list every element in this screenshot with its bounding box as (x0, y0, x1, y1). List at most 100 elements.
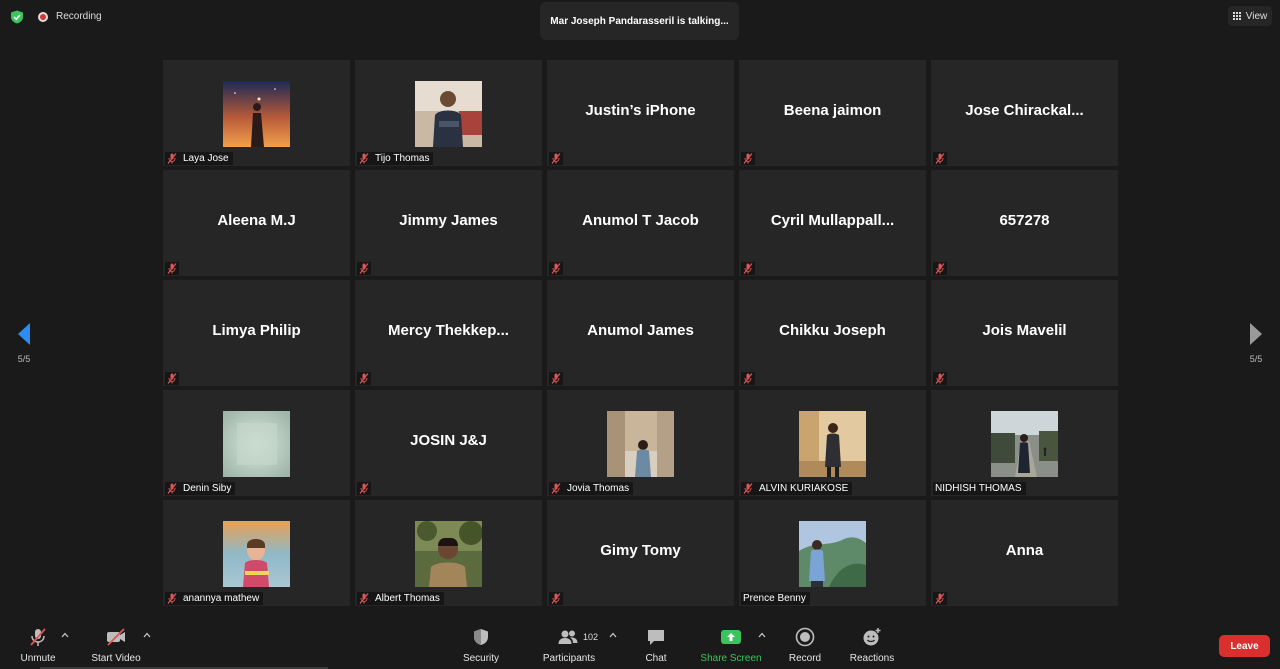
participant-tile[interactable]: Gimy Tomy (547, 500, 734, 606)
microphone-muted-icon (743, 483, 753, 494)
participant-name-label: ALVIN KURIAKOSE (741, 482, 853, 495)
mute-status (741, 152, 755, 165)
participant-tile[interactable]: Prence Benny (739, 500, 926, 606)
next-page-button[interactable]: 5/5 (1236, 318, 1276, 378)
talking-banner: Mar Joseph Pandarasseril is talking... (540, 2, 739, 40)
participant-tile[interactable]: Chikku Joseph (739, 280, 926, 386)
start-video-button[interactable]: Start Video (86, 614, 146, 669)
participant-name: Prence Benny (743, 593, 806, 604)
share-screen-label: Share Screen (700, 653, 762, 664)
recording-label: Recording (56, 11, 102, 22)
chevron-up-icon[interactable] (758, 632, 766, 638)
participant-video (991, 411, 1058, 477)
microphone-muted-icon (551, 153, 561, 164)
reactions-button[interactable]: Reactions (846, 614, 898, 669)
participant-name: Anna (1005, 542, 1044, 559)
participant-name: NIDHISH THOMAS (935, 483, 1022, 494)
participant-video (607, 411, 674, 477)
mute-status (549, 152, 563, 165)
participant-tile[interactable]: Beena jaimon (739, 60, 926, 166)
participant-name: JOSIN J&J (410, 432, 487, 449)
participants-icon (558, 630, 578, 644)
video-off-icon (107, 628, 125, 646)
participant-name: Denin Siby (183, 483, 232, 494)
mute-status (549, 372, 563, 385)
unmute-button[interactable]: Unmute (14, 614, 62, 669)
participant-name: Anumol James (587, 322, 694, 339)
participant-tile[interactable]: JOSIN J&J (355, 390, 542, 496)
participant-tile[interactable]: Albert Thomas (355, 500, 542, 606)
participant-name: Justin’s iPhone (585, 102, 696, 119)
participant-video (223, 411, 290, 477)
reactions-label: Reactions (849, 653, 895, 664)
mute-status (549, 592, 563, 605)
view-button[interactable]: View (1228, 6, 1272, 26)
participant-name: Jimmy James (399, 212, 498, 229)
participant-tile[interactable]: Jimmy James (355, 170, 542, 276)
participant-name: anannya mathew (183, 593, 260, 604)
chevron-up-icon[interactable] (143, 632, 151, 638)
participant-video (223, 521, 290, 587)
chat-button[interactable]: Chat (634, 614, 678, 669)
arrow-right-icon (1250, 323, 1262, 345)
participant-video (223, 81, 290, 147)
security-shield-icon (474, 629, 488, 645)
microphone-muted-icon (167, 263, 177, 274)
participant-tile[interactable]: Cyril Mullappall... (739, 170, 926, 276)
participant-tile[interactable]: Mercy Thekkep... (355, 280, 542, 386)
microphone-muted-icon (935, 263, 945, 274)
participants-count: 102 (583, 632, 599, 642)
participant-tile[interactable]: Justin’s iPhone (547, 60, 734, 166)
recording-icon (38, 12, 48, 22)
arrow-left-icon (18, 323, 30, 345)
page-indicator-left: 5/5 (17, 354, 31, 364)
participant-tile[interactable]: Aleena M.J (163, 170, 350, 276)
participant-video (799, 521, 866, 587)
leave-button[interactable]: Leave (1219, 635, 1270, 657)
participant-name: Limya Philip (212, 322, 301, 339)
mute-status (933, 262, 947, 275)
participant-name: Laya Jose (183, 153, 229, 164)
mute-status (165, 262, 179, 275)
mute-status (933, 372, 947, 385)
chevron-up-icon[interactable] (609, 632, 617, 638)
participant-tile[interactable]: 657278 (931, 170, 1118, 276)
microphone-muted-icon (359, 593, 369, 604)
microphone-muted-icon (551, 483, 561, 494)
participant-video (799, 411, 866, 477)
microphone-muted-icon (935, 153, 945, 164)
microphone-muted-icon (359, 153, 369, 164)
chevron-up-icon[interactable] (61, 632, 69, 638)
participant-tile[interactable]: Jose Chirackal... (931, 60, 1118, 166)
microphone-muted-icon (935, 593, 945, 604)
participant-tile[interactable]: Anumol T Jacob (547, 170, 734, 276)
participant-tile[interactable]: Laya Jose (163, 60, 350, 166)
chat-icon (648, 630, 664, 645)
participant-tile[interactable]: Denin Siby (163, 390, 350, 496)
microphone-muted-icon (359, 483, 369, 494)
share-screen-button[interactable]: Share Screen (699, 614, 763, 669)
participant-tile[interactable]: anannya mathew (163, 500, 350, 606)
shield-icon[interactable] (10, 10, 24, 24)
record-button[interactable]: Record (783, 614, 827, 669)
participant-name: Albert Thomas (375, 593, 440, 604)
unmute-label: Unmute (20, 653, 56, 664)
previous-page-button[interactable]: 5/5 (4, 318, 44, 378)
participant-tile[interactable]: Limya Philip (163, 280, 350, 386)
participant-tile[interactable]: Jovia Thomas (547, 390, 734, 496)
security-label: Security (462, 653, 500, 664)
mute-status (933, 152, 947, 165)
mute-status (357, 372, 371, 385)
participant-name: Beena jaimon (783, 102, 882, 119)
participant-tile[interactable]: ALVIN KURIAKOSE (739, 390, 926, 496)
microphone-muted-icon (935, 373, 945, 384)
security-button[interactable]: Security (455, 614, 507, 669)
participant-tile[interactable]: Tijo Thomas (355, 60, 542, 166)
participant-tile[interactable]: Anumol James (547, 280, 734, 386)
participant-tile[interactable]: Jois Mavelil (931, 280, 1118, 386)
grid-icon (1232, 11, 1242, 21)
participant-tile[interactable]: Anna (931, 500, 1118, 606)
participant-name: 657278 (999, 212, 1050, 229)
participant-tile[interactable]: NIDHISH THOMAS (931, 390, 1118, 496)
participant-gallery: Laya Jose Tijo Thomas Justin’s iPhone Beena… (163, 60, 1118, 606)
